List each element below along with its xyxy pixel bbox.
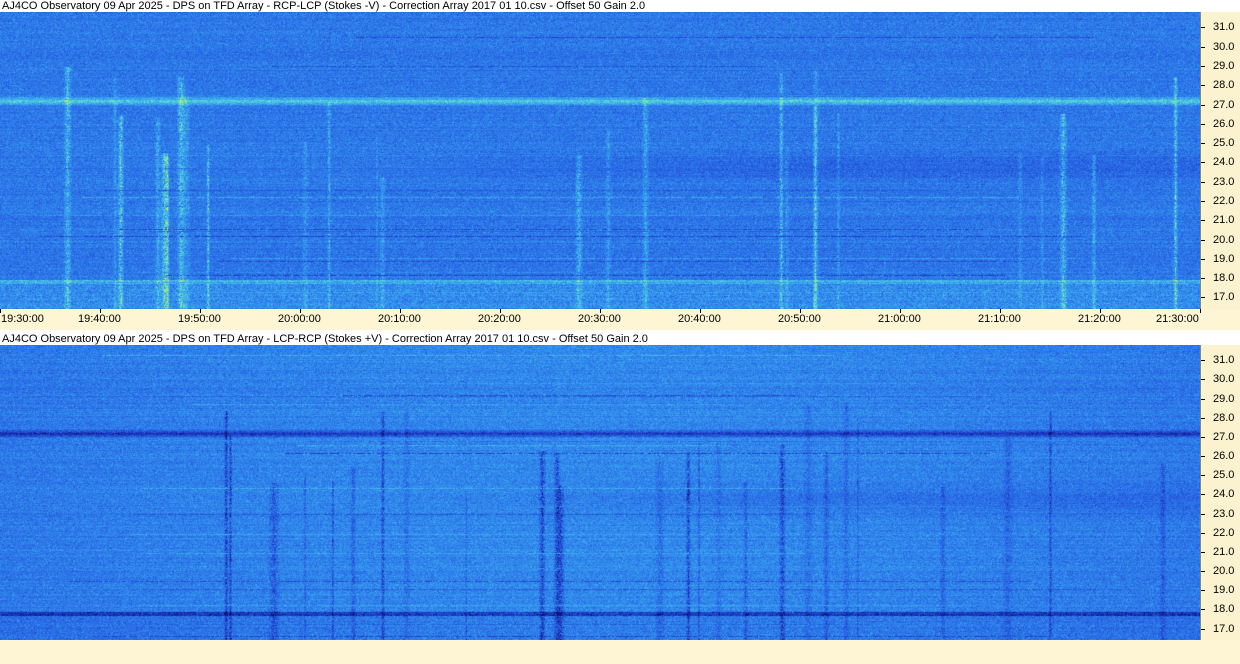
time-tick-label: 20:20:00 bbox=[478, 313, 521, 325]
freq-tick-label: 20.0 bbox=[1213, 565, 1235, 578]
time-tick-label: 20:50:00 bbox=[778, 313, 821, 325]
time-tick-label: 21:00:00 bbox=[878, 313, 921, 325]
freq-tick-mark bbox=[1201, 143, 1205, 145]
freq-tick-mark bbox=[1201, 27, 1205, 29]
freq-tick-label: 23.0 bbox=[1213, 507, 1235, 520]
freq-tick-label: 21.0 bbox=[1213, 214, 1235, 227]
freq-tick-label: 18.0 bbox=[1213, 603, 1235, 616]
freq-tick-mark bbox=[1201, 494, 1205, 496]
freq-tick-mark bbox=[1201, 360, 1205, 362]
freq-tick-mark bbox=[1201, 590, 1205, 592]
freq-tick-mark bbox=[1201, 239, 1205, 241]
chart-title-bottom: AJ4CO Observatory 09 Apr 2025 - DPS on T… bbox=[2, 333, 648, 345]
freq-tick-mark bbox=[1201, 123, 1205, 125]
freq-tick-mark bbox=[1201, 551, 1205, 553]
freq-tick-mark bbox=[1201, 628, 1205, 630]
freq-tick-mark bbox=[1201, 297, 1205, 299]
time-tick-label: 20:00:00 bbox=[278, 313, 321, 325]
time-axis-bottom bbox=[0, 640, 1240, 664]
freq-tick-label: 20.0 bbox=[1213, 233, 1235, 246]
time-tick-label: 19:50:00 bbox=[178, 313, 221, 325]
freq-tick-label: 22.0 bbox=[1213, 526, 1235, 539]
freq-tick-label: 28.0 bbox=[1213, 79, 1235, 92]
freq-tick-mark bbox=[1201, 258, 1205, 260]
freq-tick-mark bbox=[1201, 398, 1205, 400]
freq-tick-label: 25.0 bbox=[1213, 469, 1235, 482]
time-tick-label: 21:30:00 bbox=[1156, 313, 1199, 325]
freq-tick-mark bbox=[1201, 475, 1205, 477]
time-tick-label: 19:40:00 bbox=[78, 313, 121, 325]
freq-tick-label: 18.0 bbox=[1213, 272, 1235, 285]
freq-tick-mark bbox=[1201, 571, 1205, 573]
freq-tick-label: 19.0 bbox=[1213, 584, 1235, 597]
time-tick-label: 20:40:00 bbox=[678, 313, 721, 325]
spectrogram-top bbox=[0, 12, 1200, 309]
freq-tick-mark bbox=[1201, 66, 1205, 67]
freq-tick-label: 22.0 bbox=[1213, 195, 1235, 207]
freq-tick-label: 27.0 bbox=[1213, 98, 1235, 111]
freq-tick-label: 24.0 bbox=[1213, 156, 1235, 169]
freq-tick-mark bbox=[1201, 104, 1205, 106]
freq-tick-label: 31.0 bbox=[1213, 21, 1235, 34]
frequency-axis-top: 31.0 30.0 29.0 28.0 27.0 26.0 25.0 24.0 23.0 22.0… bbox=[1200, 12, 1240, 309]
spectrogram-canvas-top bbox=[0, 12, 1200, 309]
freq-tick-mark bbox=[1201, 456, 1205, 458]
freq-tick-mark bbox=[1201, 609, 1205, 611]
time-tick-label: 21:20:00 bbox=[1078, 313, 1121, 325]
freq-tick-label: 21.0 bbox=[1213, 545, 1235, 558]
freq-tick-label: 19.0 bbox=[1213, 252, 1235, 265]
freq-tick-mark bbox=[1201, 513, 1205, 515]
time-tick-label: 19:30:00 bbox=[1, 313, 44, 325]
freq-tick-label: 29.0 bbox=[1213, 392, 1235, 405]
freq-tick-mark bbox=[1201, 379, 1205, 381]
freq-tick-mark bbox=[1201, 85, 1205, 87]
freq-tick-label: 26.0 bbox=[1213, 450, 1235, 463]
freq-tick-mark bbox=[1201, 417, 1205, 419]
time-tick-label: 21:10:00 bbox=[978, 313, 1021, 325]
freq-tick-mark bbox=[1201, 201, 1205, 202]
freq-tick-mark bbox=[1201, 220, 1205, 222]
freq-tick-label: 30.0 bbox=[1213, 40, 1235, 53]
frequency-axis-bottom: 31.0 30.0 29.0 28.0 27.0 26.0 25.0 24.0 23.0 22.0… bbox=[1200, 345, 1240, 640]
freq-tick-label: 27.0 bbox=[1213, 430, 1235, 443]
freq-tick-label: 17.0 bbox=[1213, 622, 1235, 635]
freq-tick-mark bbox=[1201, 46, 1205, 48]
freq-tick-label: 25.0 bbox=[1213, 137, 1235, 150]
freq-tick-label: 29.0 bbox=[1213, 60, 1235, 72]
freq-tick-mark bbox=[1201, 532, 1205, 534]
freq-tick-mark bbox=[1201, 181, 1205, 183]
time-tick-label: 20:30:00 bbox=[578, 313, 621, 325]
time-tick-label: 20:10:00 bbox=[378, 313, 421, 325]
freq-tick-label: 28.0 bbox=[1213, 411, 1235, 424]
freq-tick-mark bbox=[1201, 436, 1205, 438]
freq-tick-label: 24.0 bbox=[1213, 488, 1235, 501]
freq-tick-label: 23.0 bbox=[1213, 175, 1235, 188]
freq-tick-mark bbox=[1201, 162, 1205, 164]
freq-tick-label: 31.0 bbox=[1213, 354, 1235, 367]
spectrogram-canvas-bottom bbox=[0, 345, 1200, 640]
freq-tick-label: 30.0 bbox=[1213, 373, 1235, 386]
time-tick-mark bbox=[1200, 309, 1201, 313]
freq-tick-mark bbox=[1201, 278, 1205, 280]
chart-title-top: AJ4CO Observatory 09 Apr 2025 - DPS on T… bbox=[2, 0, 646, 12]
spectrogram-bottom bbox=[0, 345, 1200, 640]
freq-tick-label: 26.0 bbox=[1213, 117, 1235, 130]
freq-tick-label: 17.0 bbox=[1213, 291, 1235, 304]
time-axis-top: 19:30:00 19:40:00 19:50:00 20:00:00 20:10:00… bbox=[0, 309, 1240, 330]
